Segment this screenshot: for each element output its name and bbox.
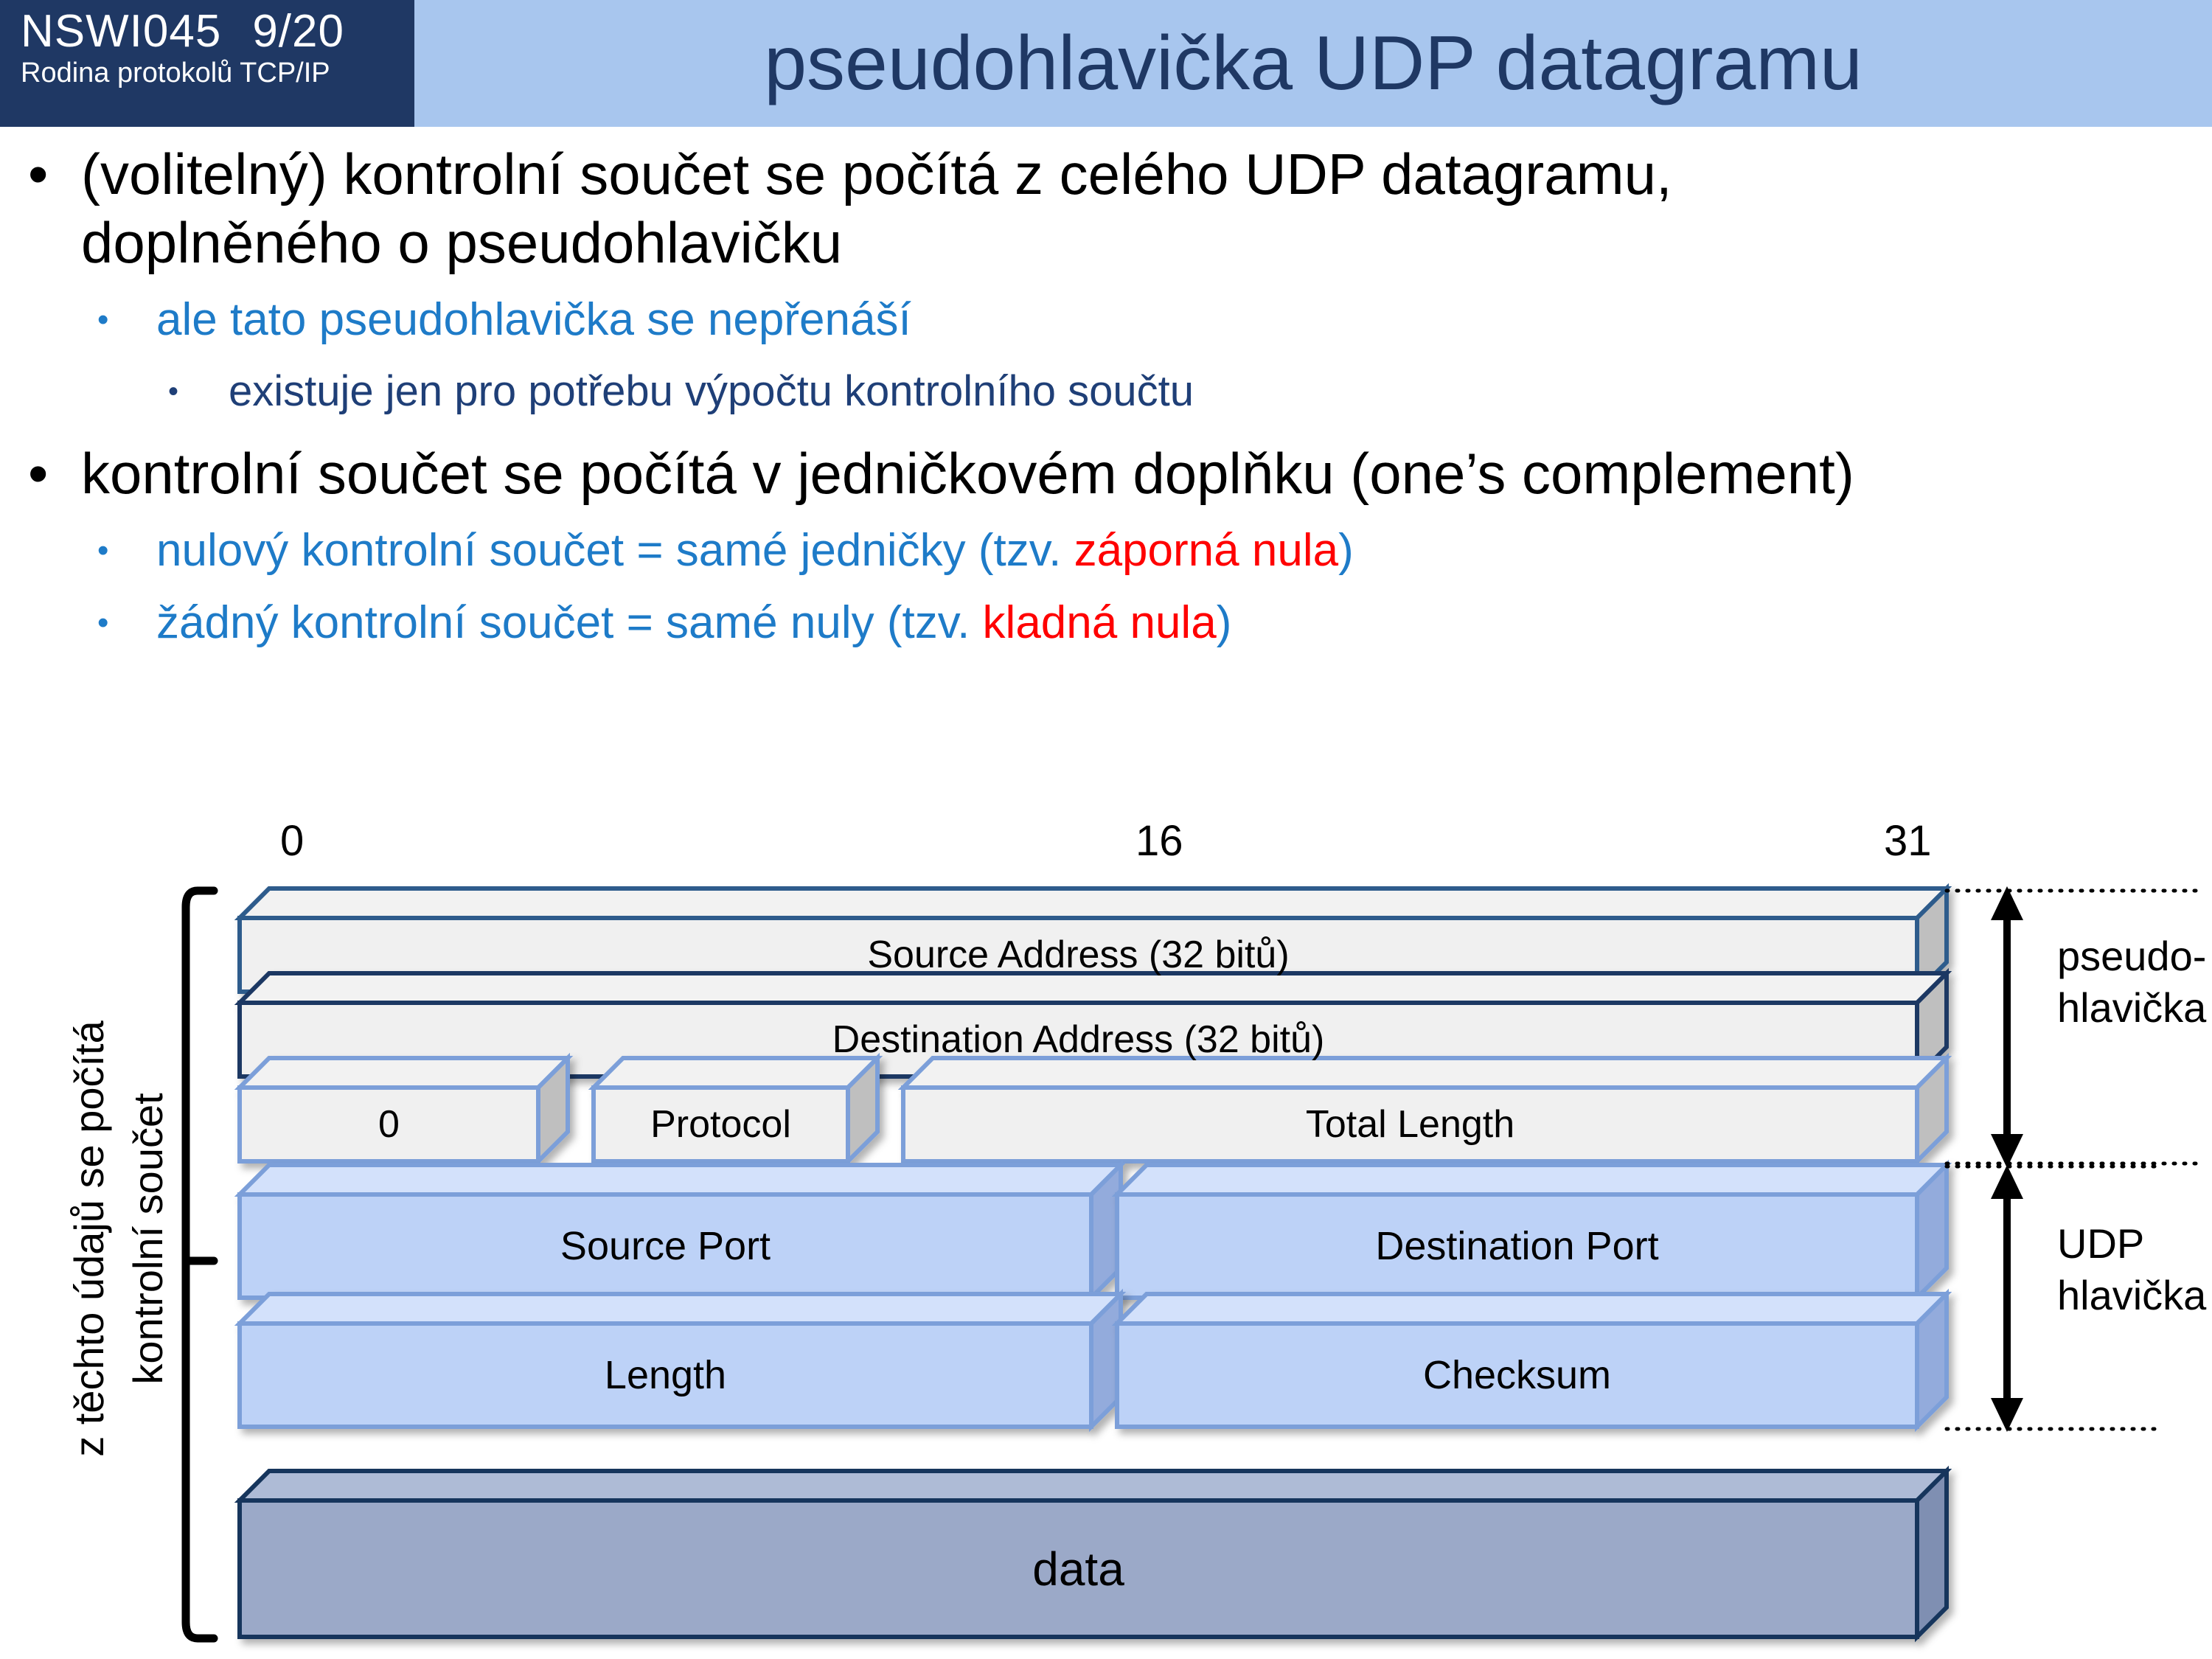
bullet-list: • (volitelný) kontrolní součet se počítá… [0,140,2212,653]
bullet-marker: • [168,375,179,408]
bullet-item-4: • kontrolní součet se počítá v jedničkov… [0,439,2212,508]
bullet-text: nulový kontrolní součet = samé jedničky … [156,525,1074,576]
bullet-item-2: • ale tato pseudohlavička se nepřenáší [0,291,2212,349]
bullet-item-3: • existuje jen pro potřebu výpočtu kontr… [0,363,2212,420]
checksum-coverage-caption-line1: z těchto údajů se počítá [66,1020,112,1457]
field-label-destination-address: Destination Address (32 bitů) [832,1018,1325,1061]
course-code: NSWI045 [21,6,222,57]
bullet-item-1: • (volitelný) kontrolní součet se počítá… [0,140,2212,209]
field-label-length: Length [604,1353,727,1397]
course-subtitle: Rodina protokolů TCP/IP [21,58,330,88]
course-tag: NSWI045 9/20 Rodina protokolů TCP/IP [0,0,414,127]
bullet-text: žádný kontrolní součet = samé nuly (tzv. [156,597,983,648]
bullet-marker: • [97,532,109,568]
checksum-coverage-bracket [181,886,218,1643]
slide-number: 9/20 [252,6,344,57]
bullet-item-6: • žádný kontrolní součet = samé nuly (tz… [0,594,2212,653]
bullet-text-tail: ) [1338,525,1354,576]
slide-canvas: NSWI045 9/20 Rodina protokolů TCP/IP pseu… [0,0,2212,1659]
bullet-text: ale tato pseudohlavička se nepřenáší [156,294,911,345]
bullet-item-1-cont: doplněného o pseudohlavičku [0,209,2212,277]
field-label-total-length: Total Length [1305,1103,1515,1146]
field-label-protocol: Protocol [650,1103,791,1146]
bullet-text: existuje jen pro potřebu výpočtu kontrol… [229,367,1194,415]
checksum-coverage-caption-line2: kontrolní součet [125,1093,171,1385]
bracket-label-pseudo-header-line2: hlavička [2057,984,2207,1031]
bullet-marker: • [97,302,109,338]
field-label-source-address: Source Address (32 bitů) [867,933,1290,976]
field-label-destination-port: Destination Port [1375,1224,1659,1268]
bullet-text-line1: (volitelný) kontrolní součet se počítá z… [81,142,1672,206]
bullet-text-line2: doplněného o pseudohlavičku [81,210,843,275]
course-line: NSWI045 9/20 [21,7,414,56]
bracket-label-pseudo-header-line1: pseudo- [2057,933,2207,979]
field-label-data: data [1032,1542,1124,1596]
udp-pseudoheader-diagram: 0 16 31 Source Address (32 bitů) Destina… [0,804,2212,1659]
bullet-marker: • [97,605,109,641]
bullet-text-tail: ) [1216,597,1232,648]
bracket-label-udp-header-line1: UDP [2057,1220,2145,1267]
field-label-zero: 0 [378,1103,400,1146]
bullet-text: kontrolní součet se počítá v jedničkovém… [81,441,1854,506]
bullet-marker: • [28,441,49,506]
bullet-text-highlight: kladná nula [982,597,1217,648]
field-label-checksum: Checksum [1422,1353,1612,1397]
bracket-label-udp-header-line2: hlavička [2057,1272,2207,1318]
bullet-text-highlight: záporná nula [1074,525,1339,576]
bullet-marker: • [28,142,49,206]
field-label-source-port: Source Port [560,1224,771,1268]
bullet-item-5: • nulový kontrolní součet = samé jedničk… [0,521,2212,580]
page-title: pseudohlavička UDP datagramu [764,21,1863,106]
